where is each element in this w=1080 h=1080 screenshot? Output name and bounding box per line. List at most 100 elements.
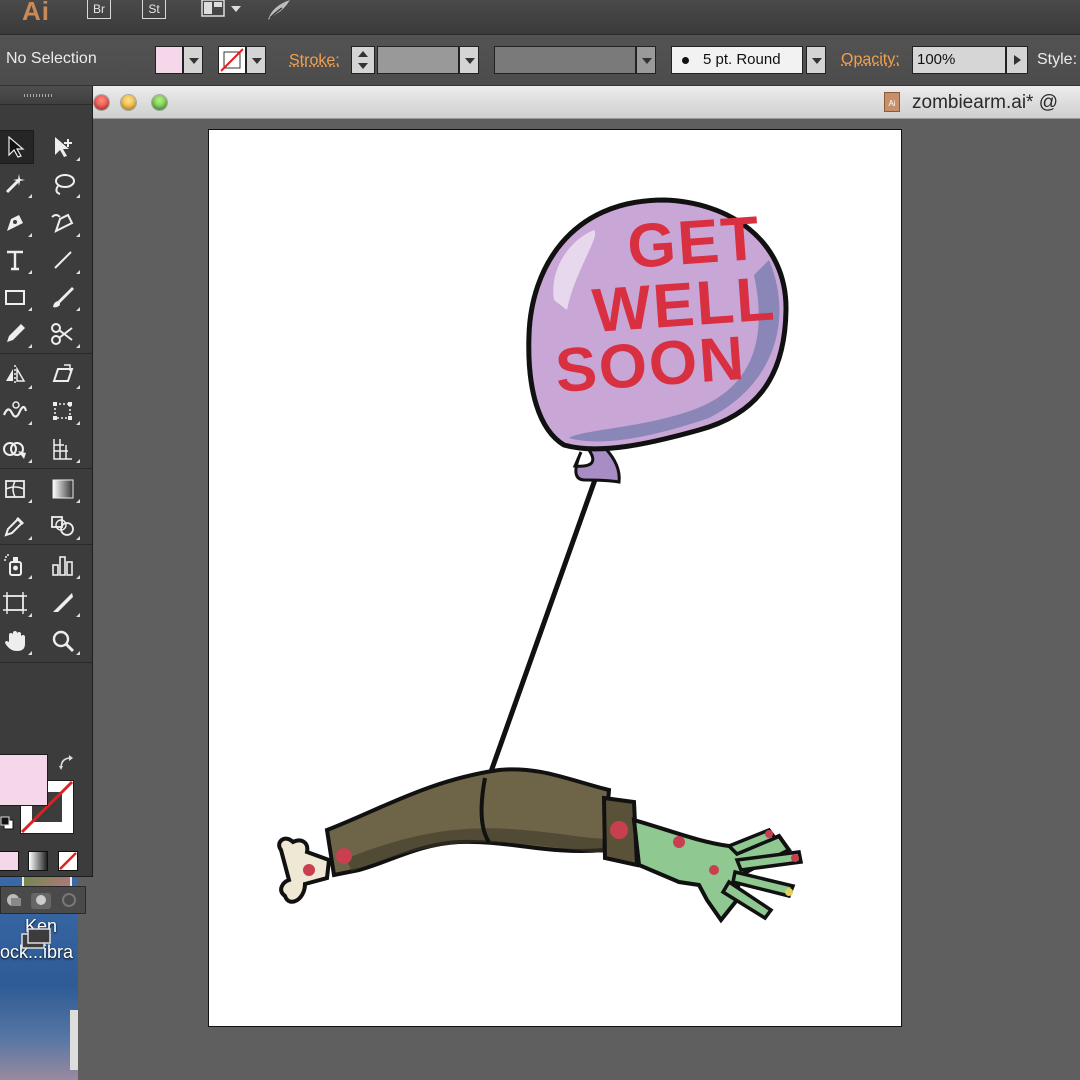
- close-window-button[interactable]: [94, 95, 109, 110]
- tool-separator: [0, 544, 92, 545]
- change-screen-mode-icon[interactable]: [20, 926, 54, 957]
- shear-tool[interactable]: [44, 358, 82, 392]
- stroke-dropdown-button[interactable]: [246, 46, 266, 74]
- warp-tool[interactable]: [0, 394, 34, 428]
- perspective-grid-tool-icon: [53, 439, 72, 460]
- stroke-weight-field[interactable]: [377, 46, 459, 74]
- variable-width-dropdown[interactable]: [636, 46, 656, 74]
- pen-tool-icon: [7, 215, 23, 231]
- draw-normal-icon: [7, 894, 21, 906]
- warp-tool-icon: [2, 401, 28, 418]
- stroke-label[interactable]: Stroke:: [289, 52, 340, 70]
- tools-panel-grip[interactable]: [0, 86, 92, 105]
- reflect-tool-icon: [6, 365, 26, 385]
- opacity-slider-button[interactable]: [1006, 46, 1028, 74]
- magic-wand-tool-icon: [5, 174, 25, 194]
- brush-definition-label: 5 pt. Round: [703, 51, 781, 68]
- selection-tool-icon: [8, 135, 25, 158]
- line-segment-tool-icon: [54, 251, 72, 269]
- column-graph-tool[interactable]: [44, 548, 82, 582]
- fill-dropdown-button[interactable]: [183, 46, 203, 74]
- blend-tool[interactable]: [44, 509, 82, 543]
- stroke-weight-stepper[interactable]: [351, 46, 375, 74]
- reflect-tool[interactable]: [0, 358, 34, 392]
- free-transform-tool-icon: [53, 402, 72, 420]
- balloon-string[interactable]: [485, 459, 605, 781]
- illustrator-logo: Ai: [22, 0, 50, 26]
- gpu-performance-icon[interactable]: [264, 0, 294, 27]
- fill-color-swatch[interactable]: [155, 46, 183, 74]
- default-fill-stroke-icon[interactable]: [0, 816, 14, 835]
- desktop-scrollbar[interactable]: [70, 1010, 78, 1070]
- style-label: Style:: [1037, 51, 1078, 68]
- direct-selection-tool-icon: [55, 137, 72, 157]
- scissors-tool[interactable]: [44, 317, 82, 351]
- document-titlebar: Ai zombiearm.ai* @: [78, 86, 1080, 119]
- selection-tool[interactable]: [0, 130, 34, 164]
- tool-separator: [0, 353, 92, 354]
- application-bar: Ai Br St: [0, 0, 1080, 35]
- brush-definition-field[interactable]: 5 pt. Round: [671, 46, 803, 74]
- pencil-tool[interactable]: [0, 317, 34, 351]
- balloon-knot[interactable]: [572, 446, 621, 484]
- eyedropper-tool-icon: [4, 517, 24, 537]
- direct-selection-tool[interactable]: [44, 130, 82, 164]
- artboard-tool-icon: [3, 592, 27, 614]
- zoom-tool[interactable]: [44, 624, 82, 658]
- magic-wand-tool[interactable]: [0, 167, 34, 201]
- draw-behind-icon: [31, 893, 51, 909]
- zombie-arm[interactable]: [277, 767, 804, 924]
- symbol-sprayer-tool-icon: [4, 554, 22, 576]
- arrange-documents-icon[interactable]: [201, 0, 245, 23]
- shape-builder-tool[interactable]: [0, 432, 34, 466]
- paintbrush-tool[interactable]: [44, 280, 82, 314]
- opacity-label[interactable]: Opacity:: [841, 51, 900, 69]
- bridge-button[interactable]: Br: [87, 0, 111, 19]
- document-title: zombiearm.ai* @: [912, 92, 1058, 113]
- tool-separator: [0, 662, 92, 663]
- opacity-field[interactable]: 100%: [912, 46, 1006, 74]
- swap-fill-stroke-icon[interactable]: [58, 754, 76, 777]
- hand-tool-icon: [5, 631, 25, 651]
- perspective-grid-tool[interactable]: [44, 432, 82, 466]
- eyedropper-tool[interactable]: [0, 509, 34, 543]
- gradient-tool[interactable]: [44, 472, 82, 506]
- artboard[interactable]: GET WELL SOON: [208, 129, 902, 1027]
- zombie-arm-balloon-artwork[interactable]: GET WELL SOON: [209, 130, 901, 1026]
- variable-width-profile-field[interactable]: [494, 46, 636, 74]
- free-transform-tool[interactable]: [44, 394, 82, 428]
- drawing-modes-group: [0, 886, 86, 914]
- gradient-mode-button[interactable]: [28, 851, 48, 871]
- curvature-tool-icon: [51, 213, 74, 233]
- pencil-tool-icon: [7, 324, 25, 342]
- type-tool[interactable]: [0, 243, 34, 277]
- artboard-tool[interactable]: [0, 586, 34, 620]
- color-mode-button[interactable]: [0, 851, 19, 871]
- draw-inside-icon: [62, 893, 76, 907]
- symbol-sprayer-tool[interactable]: [0, 548, 34, 582]
- none-mode-button[interactable]: [58, 851, 78, 871]
- minimize-window-button[interactable]: [121, 95, 136, 110]
- scissors-tool-icon: [51, 323, 73, 345]
- rectangle-tool[interactable]: [0, 280, 34, 314]
- brush-definition-dropdown[interactable]: [806, 46, 826, 74]
- paintbrush-tool-icon: [53, 287, 74, 308]
- slice-tool-icon: [53, 593, 73, 612]
- zoom-window-button[interactable]: [152, 95, 167, 110]
- line-segment-tool[interactable]: [44, 243, 82, 277]
- pen-tool[interactable]: [0, 206, 34, 240]
- fill-color-box[interactable]: [0, 754, 48, 806]
- brush-dot-icon: [682, 56, 689, 64]
- shear-tool-icon: [52, 364, 74, 382]
- lasso-tool[interactable]: [44, 167, 82, 201]
- slice-tool[interactable]: [44, 586, 82, 620]
- ai-document-icon: Ai: [884, 92, 900, 112]
- mesh-tool[interactable]: [0, 472, 34, 506]
- stroke-color-swatch[interactable]: [218, 46, 246, 74]
- stroke-weight-dropdown[interactable]: [459, 46, 479, 74]
- curvature-tool[interactable]: [44, 206, 82, 240]
- control-bar: No Selection Stroke: 5 pt. Round Opacity…: [0, 35, 1080, 86]
- hand-tool[interactable]: [0, 624, 34, 658]
- shape-builder-tool-icon: [3, 442, 26, 459]
- stock-button[interactable]: St: [142, 0, 166, 19]
